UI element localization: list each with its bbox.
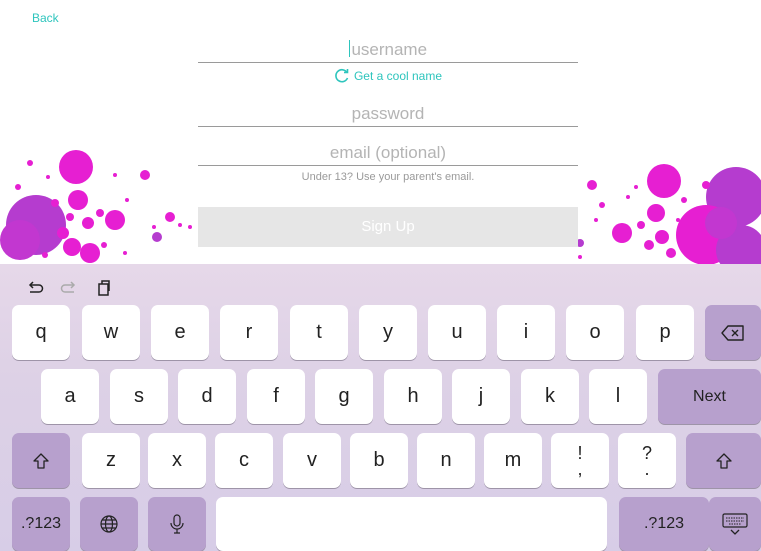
key-d[interactable]: d bbox=[178, 369, 236, 424]
microphone-icon bbox=[170, 514, 184, 534]
key-n[interactable]: n bbox=[417, 433, 475, 488]
backspace-key[interactable] bbox=[705, 305, 761, 360]
password-field[interactable]: password bbox=[198, 104, 578, 127]
key-s[interactable]: s bbox=[110, 369, 168, 424]
dismiss-keyboard-key[interactable] bbox=[709, 497, 761, 551]
key-e[interactable]: e bbox=[151, 305, 209, 360]
key-k[interactable]: k bbox=[521, 369, 579, 424]
space-key[interactable] bbox=[216, 497, 607, 551]
numbers-key-left[interactable]: .?123 bbox=[12, 497, 70, 551]
next-key[interactable]: Next bbox=[658, 369, 761, 424]
password-placeholder: password bbox=[351, 104, 425, 123]
email-field[interactable]: email (optional) bbox=[198, 143, 578, 166]
get-cool-name-button[interactable]: Get a cool name bbox=[198, 68, 578, 84]
key-a[interactable]: a bbox=[41, 369, 99, 424]
username-field[interactable]: username bbox=[198, 40, 578, 63]
shift-icon bbox=[33, 452, 49, 469]
key-g[interactable]: g bbox=[315, 369, 373, 424]
key-f[interactable]: f bbox=[247, 369, 305, 424]
email-hint: Under 13? Use your parent's email. bbox=[301, 171, 475, 183]
shift-key-left[interactable] bbox=[12, 433, 70, 488]
decorative-dots-right bbox=[576, 164, 761, 265]
key-u[interactable]: u bbox=[428, 305, 486, 360]
redo-icon[interactable] bbox=[60, 279, 78, 297]
globe-key[interactable] bbox=[80, 497, 138, 551]
key-o[interactable]: o bbox=[566, 305, 624, 360]
paste-icon[interactable] bbox=[94, 279, 112, 297]
shift-key-right[interactable] bbox=[686, 433, 761, 488]
onscreen-keyboard: q w e r t y u i o p a s d f g h j k l Ne… bbox=[0, 264, 761, 551]
key-comma-label: , bbox=[577, 458, 583, 479]
hide-keyboard-icon bbox=[722, 513, 748, 535]
key-t[interactable]: t bbox=[290, 305, 348, 360]
username-placeholder: username bbox=[351, 40, 428, 59]
key-i[interactable]: i bbox=[497, 305, 555, 360]
key-y[interactable]: y bbox=[359, 305, 417, 360]
key-z[interactable]: z bbox=[82, 433, 140, 488]
get-cool-name-label: Get a cool name bbox=[353, 69, 443, 83]
key-r[interactable]: r bbox=[220, 305, 278, 360]
key-m[interactable]: m bbox=[484, 433, 542, 488]
undo-icon[interactable] bbox=[26, 279, 44, 297]
key-exclaim-comma[interactable]: !, bbox=[551, 433, 609, 488]
backspace-icon bbox=[721, 324, 744, 341]
key-v[interactable]: v bbox=[283, 433, 341, 488]
back-button[interactable]: Back bbox=[32, 11, 59, 25]
key-c[interactable]: c bbox=[215, 433, 273, 488]
key-l[interactable]: l bbox=[589, 369, 647, 424]
decorative-dots-left bbox=[0, 150, 192, 263]
numbers-key-right[interactable]: .?123 bbox=[619, 497, 709, 551]
key-b[interactable]: b bbox=[350, 433, 408, 488]
key-q[interactable]: q bbox=[12, 305, 70, 360]
key-w[interactable]: w bbox=[82, 305, 140, 360]
key-x[interactable]: x bbox=[148, 433, 206, 488]
key-j[interactable]: j bbox=[452, 369, 510, 424]
dictation-key[interactable] bbox=[148, 497, 206, 551]
email-placeholder: email (optional) bbox=[329, 143, 447, 162]
key-p[interactable]: p bbox=[636, 305, 694, 360]
key-period-label: . bbox=[644, 458, 650, 479]
refresh-icon bbox=[335, 68, 349, 83]
sign-up-button[interactable]: Sign Up bbox=[198, 207, 578, 247]
shift-icon bbox=[715, 452, 732, 469]
key-question-period[interactable]: ?. bbox=[618, 433, 676, 488]
key-h[interactable]: h bbox=[384, 369, 442, 424]
globe-icon bbox=[100, 515, 118, 533]
